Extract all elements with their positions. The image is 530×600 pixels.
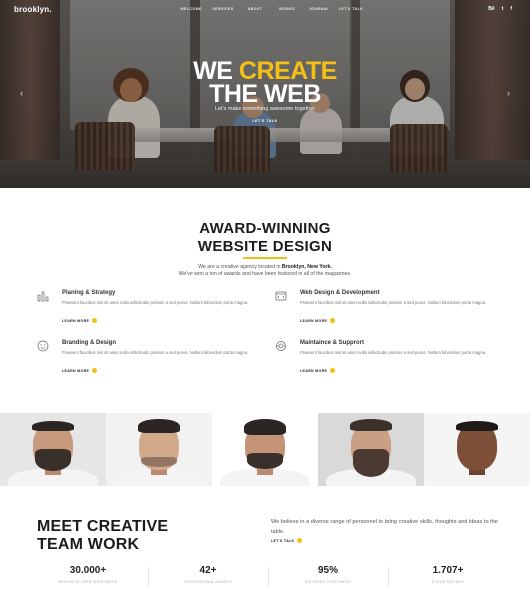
service-card: Maintaince & Supprort Praesent faucibus …	[275, 340, 495, 380]
about-intro-prefix: We are a creative agency located in	[198, 264, 282, 270]
menu-item-welcome[interactable]: WELCOME	[175, 7, 207, 11]
behance-icon[interactable]: Bē	[488, 6, 494, 12]
team-member-photo	[424, 413, 530, 486]
team-member-photo	[318, 413, 424, 486]
twitter-icon[interactable]: t	[502, 6, 504, 12]
menu-item-journal[interactable]: JOURNAL	[303, 7, 335, 11]
about-intro-line2: We've won a ton of awards and have been …	[178, 271, 352, 277]
hero-cta-link[interactable]: LET'S TALK	[245, 119, 285, 123]
service-description: Praesent faucibus nisl sit amet nulla so…	[300, 350, 487, 355]
arrow-dot-icon	[297, 538, 303, 543]
top-navbar: brooklyn. WELCOME SERVICES ABOUT WORKS J…	[0, 0, 530, 22]
stats-row: 30.000+ BROOKLYN USER WORLDWIDE 42+ PROF…	[28, 565, 508, 595]
photo-beard	[35, 449, 71, 471]
arrow-dot-icon	[330, 368, 336, 373]
stat-number: 95%	[317, 565, 338, 576]
photo-beard	[353, 449, 389, 477]
service-name: Planing & Strategy	[62, 290, 116, 296]
stat-item: 30.000+ BROOKLYN USER WORLDWIDE	[28, 565, 148, 595]
arrow-dot-icon	[330, 318, 336, 323]
service-card: Web Design & Development Praesent faucib…	[275, 290, 495, 330]
hero-section: brooklyn. WELCOME SERVICES ABOUT WORKS J…	[0, 0, 530, 188]
team-member-photo	[212, 413, 318, 486]
photo-hair	[32, 421, 74, 431]
stat-number: 42+	[199, 565, 217, 576]
service-description: Praesent faucibus nisl sit amet nulla so…	[62, 300, 249, 305]
title-accent-line	[243, 257, 287, 259]
photo-hair	[456, 421, 498, 431]
photo-beard	[247, 453, 283, 469]
about-intro-line1: We are a creative agency located in Broo…	[0, 264, 530, 270]
learn-more-link[interactable]: LEARN MORE	[62, 318, 98, 323]
main-menu: WELCOME SERVICES ABOUT WORKS JOURNAL LET…	[175, 7, 367, 11]
hero-subtitle: Let's make something awesome together	[214, 106, 316, 112]
arrow-dot-icon	[92, 368, 98, 373]
service-name: Branding & Design	[62, 340, 117, 346]
browser-code-icon	[275, 291, 287, 301]
stat-label: 5 STAR RATINGS	[431, 580, 465, 584]
facebook-icon[interactable]: f	[510, 6, 512, 12]
stat-item: 95% SATISFIED CUSTOMERS	[268, 565, 388, 595]
team-title-line1: MEET CREATIVE	[37, 518, 169, 535]
learn-more-label: LEARN MORE	[300, 368, 328, 373]
menu-item-services[interactable]: SERVICES	[207, 7, 239, 11]
stat-item: 42+ PROFESSIONAL AWARDS	[148, 565, 268, 595]
photo-hair	[350, 419, 392, 431]
stat-label: BROOKLYN USER WORLDWIDE	[58, 580, 118, 584]
stat-label: SATISFIED CUSTOMERS	[304, 580, 352, 584]
smiley-icon	[37, 340, 49, 352]
team-description: We believe in a diverse range of personn…	[271, 519, 498, 535]
learn-more-link[interactable]: LEARN MORE	[62, 368, 98, 373]
team-photo-strip	[0, 413, 530, 486]
menu-item-lets-talk[interactable]: LET'S TALK	[335, 7, 367, 11]
service-description: Praesent faucibus nisl sit amet nulla so…	[300, 300, 487, 305]
photo-stubble	[141, 457, 177, 467]
learn-more-label: LEARN MORE	[62, 368, 90, 373]
service-card: Planing & Strategy Praesent faucibus nis…	[37, 290, 257, 330]
support-lifebuoy-icon	[276, 341, 286, 351]
learn-more-label: LEARN MORE	[62, 318, 90, 323]
learn-more-link[interactable]: LEARN MORE	[300, 318, 336, 323]
stat-item: 1.707+ 5 STAR RATINGS	[388, 565, 508, 595]
about-title-line1: AWARD-WINNING	[199, 220, 331, 237]
team-cta-label: LET'S TALK	[271, 538, 295, 543]
menu-item-works[interactable]: WORKS	[271, 7, 303, 11]
stat-label: PROFESSIONAL AWARDS	[183, 580, 233, 584]
service-description: Praesent faucibus nisl sit amet nulla so…	[62, 350, 249, 355]
hero-title-line2: THE WEB	[209, 80, 321, 108]
service-name: Maintaince & Supprort	[300, 340, 365, 346]
service-card: Branding & Design Praesent faucibus nisl…	[37, 340, 257, 380]
photo-hair	[244, 419, 286, 435]
stat-number: 1.707+	[432, 565, 464, 576]
social-links: Bē t f	[488, 6, 512, 12]
learn-more-label: LEARN MORE	[300, 318, 328, 323]
team-member-photo	[106, 413, 212, 486]
arrow-dot-icon	[92, 318, 98, 323]
service-name: Web Design & Development	[300, 290, 380, 296]
team-cta-link[interactable]: LET'S TALK	[271, 538, 303, 543]
team-member-photo	[0, 413, 106, 486]
team-title-line2: TEAM WORK	[37, 536, 140, 553]
about-intro-location: Brooklyn, New York.	[281, 264, 332, 270]
about-title-line2: WEBSITE DESIGN	[197, 238, 333, 255]
stat-number: 30.000+	[69, 565, 107, 576]
bar-chart-icon	[37, 291, 49, 302]
brand-logo[interactable]: brooklyn.	[14, 5, 52, 14]
learn-more-link[interactable]: LEARN MORE	[300, 368, 336, 373]
photo-hair	[138, 419, 180, 433]
menu-item-about[interactable]: ABOUT	[239, 7, 271, 11]
